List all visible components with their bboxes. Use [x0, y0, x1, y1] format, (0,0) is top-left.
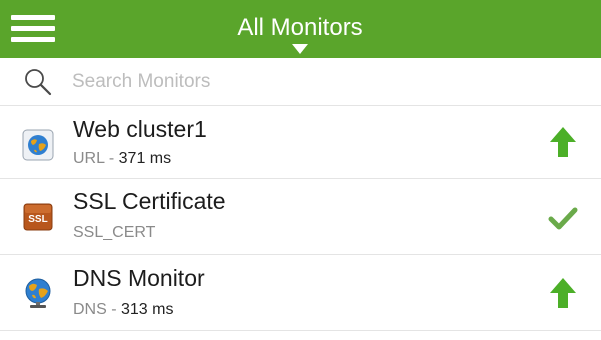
- monitor-name: Web cluster1: [73, 116, 207, 142]
- app-bar: All Monitors: [0, 0, 601, 58]
- monitor-row[interactable]: DNS Monitor DNS - 313 ms: [0, 256, 601, 331]
- monitor-filter-dropdown[interactable]: All Monitors: [200, 0, 400, 58]
- detail-separator: -: [106, 301, 121, 318]
- monitor-name: SSL Certificate: [73, 188, 226, 214]
- monitor-row[interactable]: SSL SSL Certificate SSL_CERT: [0, 180, 601, 255]
- monitor-details: SSL_CERT: [73, 223, 155, 243]
- arrow-up-icon: [550, 278, 576, 308]
- globe-icon: [22, 129, 54, 161]
- search-icon[interactable]: [24, 68, 52, 96]
- monitor-type: SSL_CERT: [73, 224, 156, 241]
- hamburger-menu-icon[interactable]: [11, 13, 55, 45]
- monitor-row[interactable]: Web cluster1 URL - 371 ms: [0, 107, 601, 179]
- ssl-badge-label: SSL: [28, 214, 47, 225]
- search-input[interactable]: [72, 68, 572, 96]
- monitor-type: URL: [73, 150, 105, 167]
- monitor-type: DNS: [73, 301, 107, 318]
- arrow-up-icon: [550, 127, 576, 157]
- monitor-name: DNS Monitor: [73, 265, 205, 291]
- response-time: 371 ms: [118, 150, 172, 167]
- monitor-details: URL - 371 ms: [73, 149, 171, 169]
- response-time: 313 ms: [121, 301, 174, 318]
- page-title: All Monitors: [237, 14, 363, 41]
- caret-down-icon: [292, 44, 308, 54]
- detail-separator: -: [104, 150, 119, 167]
- monitor-details: DNS - 313 ms: [73, 300, 173, 320]
- ssl-certificate-icon: SSL: [23, 203, 53, 231]
- checkmark-icon: [548, 207, 578, 230]
- dns-globe-icon: [25, 278, 51, 308]
- search-bar: [0, 58, 601, 106]
